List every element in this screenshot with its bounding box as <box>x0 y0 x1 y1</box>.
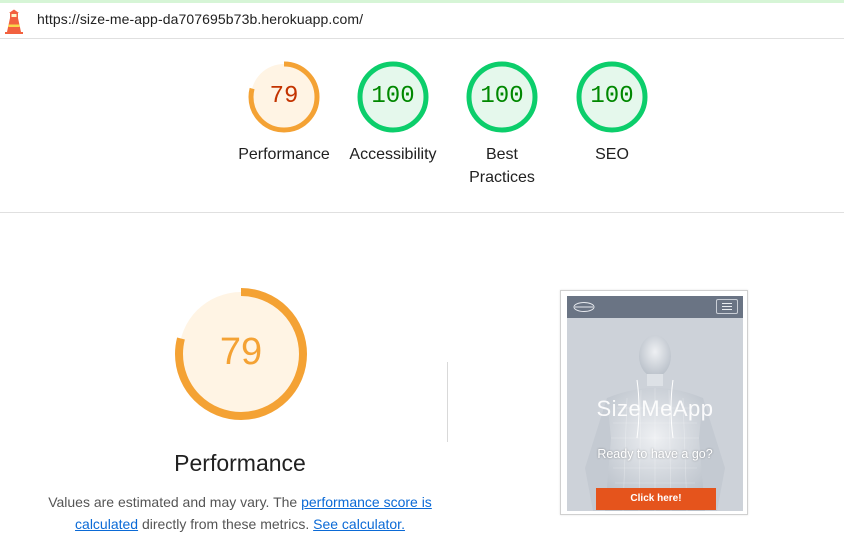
gauge-accessibility[interactable]: 100 Accessibility <box>338 60 448 166</box>
gauge-best-practices-label: Best Practices <box>469 146 535 186</box>
see-calculator-link[interactable]: See calculator. <box>313 516 405 532</box>
performance-description: Values are estimated and may vary. The p… <box>40 491 440 535</box>
gauge-performance[interactable]: 79 Performance <box>229 60 339 166</box>
screenshot-cta-button: Click here! <box>596 488 716 510</box>
gauge-best-practices-score: 100 <box>480 83 524 110</box>
gauge-accessibility-label: Accessibility <box>349 146 437 163</box>
final-screenshot: SizeMeApp Ready to have a go? Click here… <box>567 296 743 511</box>
hamburger-menu-icon <box>716 299 738 314</box>
final-screenshot-frame[interactable]: SizeMeApp Ready to have a go? Click here… <box>560 290 748 515</box>
url-bar: https://size-me-app-da707695b73b.herokua… <box>0 3 844 39</box>
performance-big-score: 79 <box>219 331 263 373</box>
description-text-2: directly from these metrics. <box>138 516 314 532</box>
gauge-performance-score: 79 <box>269 83 299 110</box>
screenshot-tagline: Ready to have a go? <box>597 447 713 461</box>
description-text-1: Values are estimated and may vary. The <box>48 494 302 510</box>
category-gauges: 79 Performance 100 Accessibility 100 Bes… <box>0 40 844 213</box>
gauge-seo[interactable]: 100 SEO <box>557 60 667 166</box>
performance-section-title: Performance <box>174 450 306 476</box>
screenshot-brand: SizeMeApp <box>596 396 714 421</box>
gauge-accessibility-score: 100 <box>371 83 415 110</box>
vertical-divider <box>447 362 448 442</box>
screenshot-logo-icon <box>573 302 595 312</box>
gauge-seo-label: SEO <box>595 146 629 163</box>
gauge-best-practices[interactable]: 100 Best Practices <box>447 60 557 189</box>
gauge-performance-label: Performance <box>238 146 330 163</box>
page-url[interactable]: https://size-me-app-da707695b73b.herokua… <box>37 11 363 27</box>
screenshot-navbar <box>567 296 743 318</box>
lighthouse-logo-icon <box>5 9 23 34</box>
gauge-seo-score: 100 <box>590 83 634 110</box>
